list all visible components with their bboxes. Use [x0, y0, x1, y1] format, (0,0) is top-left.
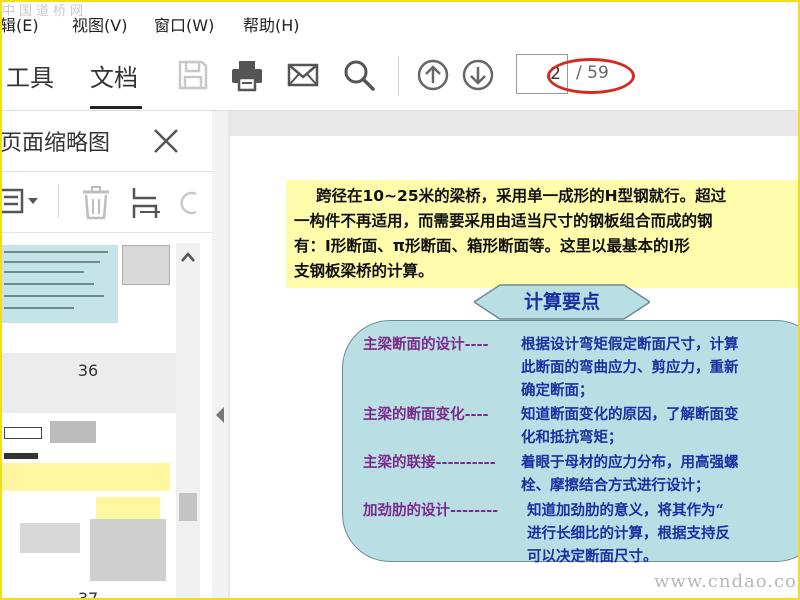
section-title: 计算要点 — [523, 291, 600, 313]
page-down-icon[interactable] — [461, 58, 495, 92]
delete-icon[interactable] — [80, 186, 112, 220]
tab-document[interactable]: 文档 — [90, 58, 138, 93]
row-text: 知道加劲肋的意义，将其作为“ — [527, 502, 724, 519]
row-text: 确定断面； — [521, 382, 594, 399]
scroll-thumb[interactable] — [179, 493, 197, 521]
row-text: 栓、摩擦结合方式进行设计； — [521, 477, 710, 494]
thumbnail-page-37[interactable] — [0, 413, 176, 600]
search-icon[interactable] — [342, 58, 376, 92]
paragraph-line: 跨径在10~25米的梁桥，采用单一成形的H型钢就行。超过 — [316, 187, 727, 205]
row-text: 可以决定断面尺寸。 — [527, 548, 658, 565]
extract-icon[interactable] — [132, 186, 162, 220]
collapse-arrow-icon[interactable] — [215, 407, 225, 423]
highlighted-paragraph: 跨径在10~25米的梁桥，采用单一成形的H型钢就行。超过 一构件不再适用，而需要… — [286, 180, 800, 288]
row-text: 根据设计弯矩假定断面尺寸，计算 — [521, 336, 739, 353]
paragraph-line: 支钢板梁桥的计算。 — [294, 262, 434, 280]
thumbnail-page-36[interactable] — [0, 243, 176, 353]
panel-title: 页面缩略图 — [0, 131, 111, 156]
rotate-icon[interactable] — [180, 186, 200, 220]
paragraph-line: 一构件不再适用，而需要采用由适当尺寸的钢板组合而成的钢 — [294, 212, 713, 230]
row-label-2: 主梁的断面变化---- — [363, 406, 489, 423]
paragraph-line: 有：Ⅰ形断面、π形断面、箱形断面等。这里以最基本的Ⅰ形 — [294, 237, 690, 255]
toolbar-separator — [398, 56, 399, 96]
print-icon[interactable] — [230, 58, 264, 92]
menu-bar: 辑(E) 视图(V) 窗口(W) 帮助(H) — [0, 0, 800, 44]
annotation-ellipse — [547, 58, 635, 94]
watermark-top: 中国道桥网 — [2, 4, 88, 19]
row-text: 知道断面变化的原因，了解断面变 — [521, 406, 739, 423]
thumbnail-list[interactable]: 36 37 — [0, 243, 176, 600]
tab-tools[interactable]: 工具 — [6, 58, 54, 93]
menu-window[interactable]: 窗口(W) — [154, 12, 214, 36]
row-text: 着眼于母材的应力分布，用高强螺 — [521, 454, 739, 471]
thumbnail-options-icon[interactable] — [0, 186, 44, 216]
section-title-badge: 计算要点 — [474, 284, 650, 320]
toolbar: 工具 文档 2 / 59 — [0, 44, 800, 111]
close-icon[interactable] — [152, 127, 180, 155]
row-text: 此断面的弯曲应力、剪应力，重新 — [521, 359, 739, 376]
watermark-bottom: www.cndao.com — [654, 571, 800, 592]
thumbnail-label-36: 36 — [77, 361, 99, 380]
menu-help[interactable]: 帮助(H) — [243, 12, 300, 36]
row-label-4: 加劲肋的设计-------- — [363, 502, 499, 519]
active-tab-indicator — [90, 106, 142, 109]
row-text: 进行长细比的计算，根据支持反 — [527, 525, 730, 542]
sidebar-toolbar — [0, 171, 212, 233]
thumbnail-image — [0, 245, 118, 323]
save-icon[interactable] — [176, 58, 210, 92]
thumbnail-scrollbar[interactable] — [176, 243, 200, 600]
thumbnail-sidebar: 页面缩略图 36 37 — [0, 111, 213, 600]
sidebar-separator — [58, 184, 59, 218]
row-text: 化和抵抗弯矩； — [521, 429, 623, 446]
row-label-1: 主梁断面的设计---- — [363, 336, 489, 353]
scroll-up-icon[interactable] — [180, 251, 196, 263]
mail-icon[interactable] — [286, 58, 320, 92]
row-label-3: 主梁的联接---------- — [363, 454, 496, 471]
summary-box: 主梁断面的设计---- 根据设计弯矩假定断面尺寸，计算 此断面的弯曲应力、剪应力… — [342, 320, 800, 565]
thumbnail-label-37: 37 — [77, 589, 99, 600]
page-up-icon[interactable] — [416, 58, 450, 92]
sidebar-collapse-strip[interactable] — [212, 111, 228, 600]
document-page: 跨径在10~25米的梁桥，采用单一成形的H型钢就行。超过 一构件不再适用，而需要… — [230, 136, 800, 600]
